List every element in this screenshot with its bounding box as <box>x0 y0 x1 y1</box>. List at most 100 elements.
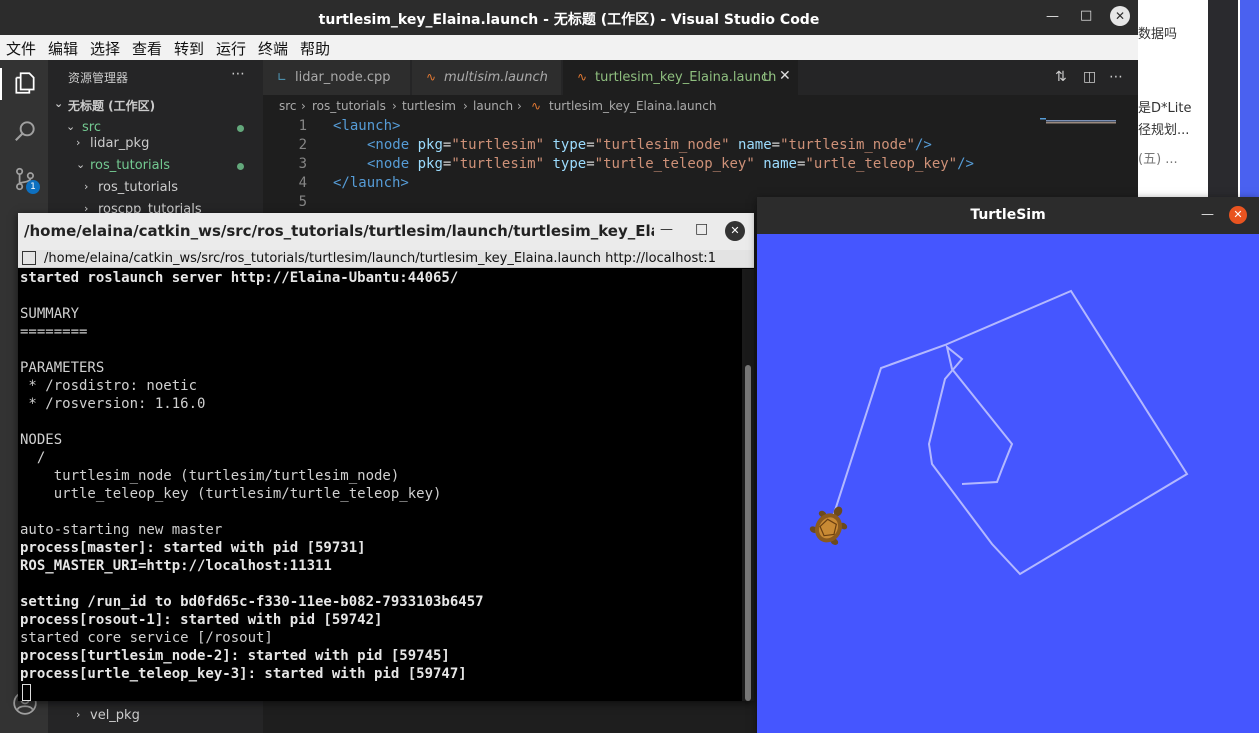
turtlesim-window: TurtleSim — ✕ <box>757 197 1259 733</box>
explorer-header: 资源管理器 <box>68 71 129 85</box>
code-line: </launch> <box>333 175 409 191</box>
desktop: 数据吗 是D*Lite 径规划... (五) ... turtlesim_key… <box>0 0 1259 733</box>
xml-value: "urtle_teleop_key" <box>805 156 958 172</box>
tree-item-label: ros_tutorials <box>90 158 170 173</box>
browser-snippet: 数据吗 <box>1138 27 1178 42</box>
menu-run[interactable]: 运行 <box>216 38 246 59</box>
turtle-icon <box>809 506 848 545</box>
terminal-line: process[turtlesim_node-2]: started with … <box>20 648 450 664</box>
untracked-badge: U <box>763 70 772 84</box>
terminal-line: * /rosversion: 1.16.0 <box>20 396 206 412</box>
terminal-line: setting /run_id to bd0fd65c-f330-11ee-b0… <box>20 594 484 610</box>
chevron-right-icon: › <box>301 99 306 113</box>
close-icon[interactable]: ✕ <box>725 221 745 241</box>
more-actions-icon[interactable]: ⋯ <box>231 66 245 82</box>
tab-turtlesim-key[interactable]: ∿ turtlesim_key_Elaina.launch U ✕ <box>563 60 799 95</box>
tree-item-label: vel_pkg <box>90 708 140 723</box>
close-icon[interactable]: ✕ <box>1229 206 1247 224</box>
tree-item-vel-pkg[interactable]: › vel_pkg <box>48 706 263 728</box>
turtle-path <box>828 289 1189 576</box>
chevron-down-icon: ⌄ <box>66 120 76 133</box>
chevron-down-icon: ⌄ <box>76 158 86 171</box>
minimize-icon[interactable]: — <box>1201 207 1214 222</box>
scrollbar-thumb[interactable] <box>745 365 751 701</box>
xml-attr: pkg <box>417 137 443 153</box>
breadcrumb: src › ros_tutorials › turtlesim › launch… <box>263 95 1138 117</box>
terminal-line: PARAMETERS <box>20 360 105 376</box>
minimize-icon[interactable]: — <box>1046 9 1059 24</box>
xml-tag: </launch> <box>333 175 409 191</box>
modified-dot <box>237 125 244 132</box>
terminal-output[interactable]: started roslaunch server http://Elaina-U… <box>20 269 738 701</box>
minimize-icon[interactable]: — <box>660 222 673 237</box>
turtlesim-canvas <box>809 289 1189 576</box>
terminal-window: /home/elaina/catkin_ws/src/ros_tutorials… <box>18 213 754 701</box>
vscode-titlebar[interactable]: turtlesim_key_Elaina.launch - 无标题 (工作区) … <box>0 0 1138 35</box>
explorer-icon[interactable] <box>12 70 38 96</box>
tab-lidar-node[interactable]: ∟ lidar_node.cpp <box>263 60 411 95</box>
code-line: <node pkg="turtlesim" type="turtlesim_no… <box>367 137 932 153</box>
cpp-file-icon: ∟ <box>277 70 288 84</box>
breadcrumb-item[interactable]: turtlesim <box>402 99 456 113</box>
tab-multisim[interactable]: ∿ multisim.launch <box>412 60 562 95</box>
split-editor-icon[interactable]: ◫ <box>1083 69 1096 85</box>
terminal-line: * /rosdistro: noetic <box>20 378 198 394</box>
breadcrumb-item[interactable]: src <box>279 99 297 113</box>
menu-view[interactable]: 查看 <box>132 38 162 59</box>
terminal-line: process[rosout-1]: started with pid [597… <box>20 612 383 628</box>
code-line: <node pkg="turtlesim" type="turtle_teleo… <box>367 156 974 172</box>
active-indicator <box>0 68 2 100</box>
browser-snippet: 径规划... <box>1138 123 1190 138</box>
maximize-icon[interactable]: □ <box>695 221 708 237</box>
chevron-right-icon: › <box>76 136 81 149</box>
menu-file[interactable]: 文件 <box>6 38 36 59</box>
xml-attr: type <box>552 156 587 172</box>
chevron-right-icon: › <box>76 708 81 721</box>
menu-selection[interactable]: 选择 <box>90 38 120 59</box>
tree-item-lidar-pkg[interactable]: › lidar_pkg <box>48 134 263 156</box>
menu-go[interactable]: 转到 <box>174 38 204 59</box>
close-icon[interactable]: ✕ <box>1110 6 1130 26</box>
terminal-line: auto-starting new master <box>20 522 223 538</box>
rss-file-icon: ∿ <box>531 99 542 113</box>
tree-item-ros-tutorials[interactable]: ⌄ ros_tutorials <box>48 156 263 178</box>
terminal-title: /home/elaina/catkin_ws/src/ros_tutorials… <box>24 222 654 240</box>
terminal-line: ======== <box>20 324 88 340</box>
browser-dark-panel <box>1208 0 1238 200</box>
terminal-scrollbar[interactable] <box>742 269 754 701</box>
chevron-down-icon: ⌄ <box>54 97 64 110</box>
minimap[interactable] <box>1040 118 1118 124</box>
tree-item-label: ros_tutorials <box>98 180 178 195</box>
rss-file-icon: ∿ <box>426 70 437 84</box>
workspace-root[interactable]: ⌄ 无标题 (工作区) <box>48 95 263 117</box>
breadcrumb-item[interactable]: launch <box>473 99 513 113</box>
chevron-right-icon: › <box>392 99 397 113</box>
compare-changes-icon[interactable]: ⇅ <box>1055 69 1067 85</box>
menu-terminal[interactable]: 终端 <box>258 38 288 59</box>
xml-attr: pkg <box>417 156 443 172</box>
menubar: 文件 编辑 选择 查看 转到 运行 终端 帮助 <box>0 35 1138 60</box>
terminal-line: ROS_MASTER_URI=http://localhost:11311 <box>20 558 332 574</box>
breadcrumb-item[interactable]: turtlesim_key_Elaina.launch <box>549 99 716 113</box>
more-actions-icon[interactable]: ⋯ <box>1109 69 1123 85</box>
terminal-line: SUMMARY <box>20 306 80 322</box>
terminal-tab-label: /home/elaina/catkin_ws/src/ros_tutorials… <box>44 251 716 266</box>
close-tab-icon[interactable]: ✕ <box>779 68 791 84</box>
breadcrumb-item[interactable]: ros_tutorials <box>312 99 386 113</box>
terminal-titlebar[interactable]: /home/elaina/catkin_ws/src/ros_tutorials… <box>18 213 754 250</box>
turtlesim-titlebar[interactable]: TurtleSim — ✕ <box>757 197 1259 234</box>
terminal-tabbar[interactable]: /home/elaina/catkin_ws/src/ros_tutorials… <box>18 250 754 268</box>
tree-item-ros-tutorials-sub[interactable]: › ros_tutorials <box>48 178 263 200</box>
line-number: 5 <box>298 194 307 210</box>
terminal-line: urtle_teleop_key (turtlesim/turtle_teleo… <box>20 486 442 502</box>
line-number: 1 <box>298 118 307 134</box>
search-icon[interactable] <box>12 118 38 144</box>
menu-edit[interactable]: 编辑 <box>48 38 78 59</box>
line-number: 4 <box>298 175 307 191</box>
workspace-label: 无标题 (工作区) <box>68 99 156 113</box>
menu-help[interactable]: 帮助 <box>300 38 330 59</box>
terminal-line: process[master]: started with pid [59731… <box>20 540 366 556</box>
maximize-icon[interactable]: □ <box>1080 8 1092 23</box>
terminal-tab-icon <box>22 251 36 265</box>
code-line: <launch> <box>333 118 400 134</box>
